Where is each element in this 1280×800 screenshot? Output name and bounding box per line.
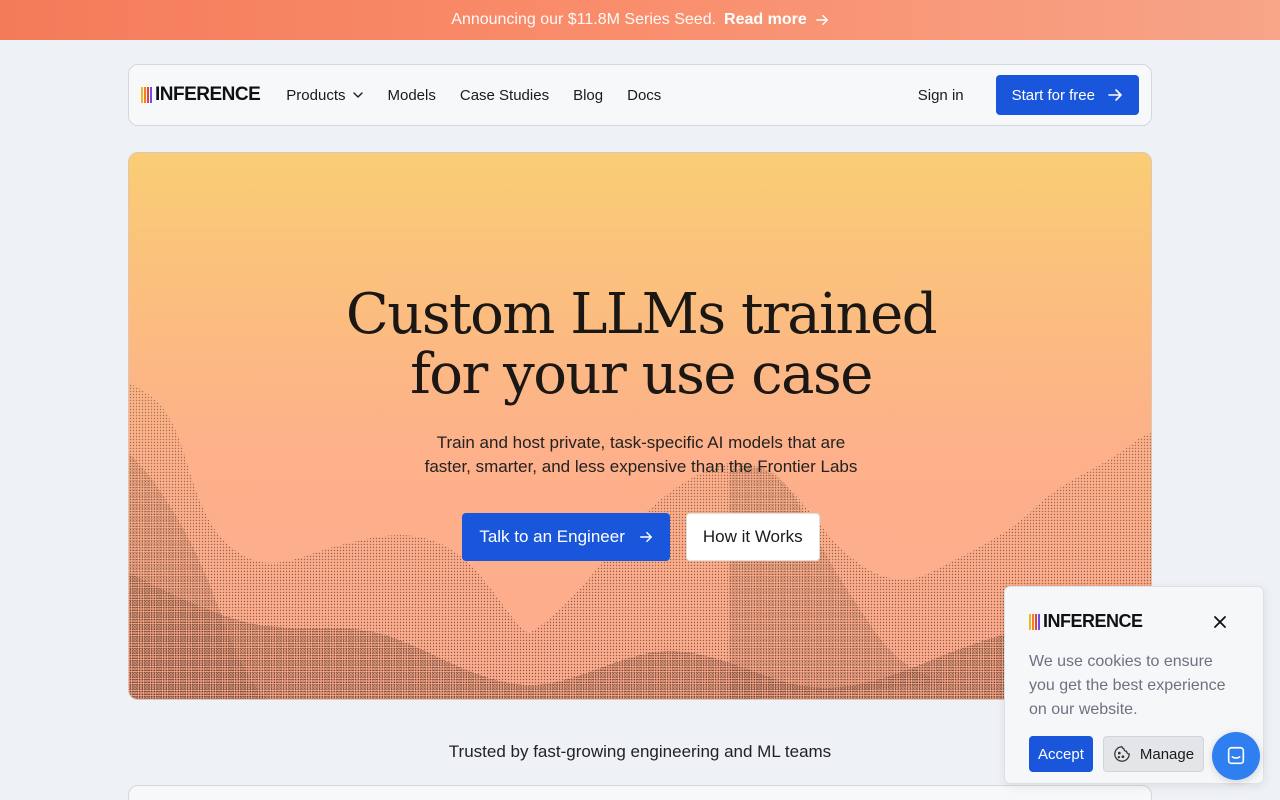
logo-bars-icon xyxy=(1029,613,1040,630)
nav-item-case-studies[interactable]: Case Studies xyxy=(448,87,561,104)
read-more-label: Read more xyxy=(724,11,807,28)
hero-title: Custom LLMs trained for your use case xyxy=(129,282,1151,407)
hero-content: Custom LLMs trained for your use case Tr… xyxy=(129,282,1151,561)
announcement-text: Announcing our $11.8M Series Seed. xyxy=(451,11,717,28)
nav-links: Products Models Case Studies Blog Docs xyxy=(274,87,673,104)
start-for-free-label: Start for free xyxy=(1011,86,1095,104)
chat-launcher-button[interactable] xyxy=(1212,732,1260,780)
arrow-right-icon xyxy=(815,14,828,26)
cookie-icon xyxy=(1114,746,1130,762)
logo-bars-icon xyxy=(141,87,152,103)
hero-title-line-1: Custom LLMs trained xyxy=(345,282,938,347)
cookie-actions: Accept Manage xyxy=(1029,736,1239,772)
talk-to-engineer-label: Talk to an Engineer xyxy=(479,527,625,546)
announcement-read-more-link[interactable]: Read more xyxy=(724,11,829,29)
cookie-brand-logo: INFERENCE xyxy=(1029,611,1225,632)
hero-section: Custom LLMs trained for your use case Tr… xyxy=(128,152,1152,700)
nav-item-models[interactable]: Models xyxy=(376,87,448,104)
main-navbar: INFERENCE Products Models Case Studies B… xyxy=(128,64,1152,126)
nav-item-label: Products xyxy=(286,86,346,104)
brand-name: INFERENCE xyxy=(1043,611,1143,631)
manage-cookies-button[interactable]: Manage xyxy=(1102,736,1205,772)
start-for-free-button[interactable]: Start for free xyxy=(995,75,1139,115)
arrow-right-icon xyxy=(639,531,652,543)
chat-icon xyxy=(1227,746,1245,765)
nav-item-products[interactable]: Products xyxy=(274,87,375,104)
hero-title-line-2: for your use case xyxy=(410,342,873,407)
arrow-right-icon xyxy=(1108,89,1122,101)
nav-item-docs[interactable]: Docs xyxy=(615,87,673,104)
manage-label: Manage xyxy=(1139,745,1195,763)
hero-cta-group: Talk to an Engineer How it Works xyxy=(129,513,1151,561)
sign-in-link[interactable]: Sign in xyxy=(918,87,964,104)
accept-cookies-button[interactable]: Accept xyxy=(1029,736,1093,772)
hero-subtitle: Train and host private, task-specific AI… xyxy=(129,431,1151,479)
cookie-message: We use cookies to ensure you get the bes… xyxy=(1029,653,1226,718)
customer-logos-card xyxy=(128,785,1152,800)
brand-logo[interactable]: INFERENCE xyxy=(141,84,261,106)
nav-actions: Sign in Start for free xyxy=(918,75,1139,115)
hero-subtitle-line-2: faster, smarter, and less expensive than… xyxy=(424,457,858,476)
hero-subtitle-line-1: Train and host private, task-specific AI… xyxy=(436,433,846,452)
brand-name: INFERENCE xyxy=(155,84,261,105)
chevron-down-icon xyxy=(352,92,363,98)
announcement-bar: Announcing our $11.8M Series Seed. Read … xyxy=(0,0,1280,40)
how-it-works-button[interactable]: How it Works xyxy=(685,513,820,561)
talk-to-engineer-button[interactable]: Talk to an Engineer xyxy=(462,513,670,561)
nav-item-blog[interactable]: Blog xyxy=(561,87,615,104)
close-icon[interactable] xyxy=(1213,615,1227,629)
